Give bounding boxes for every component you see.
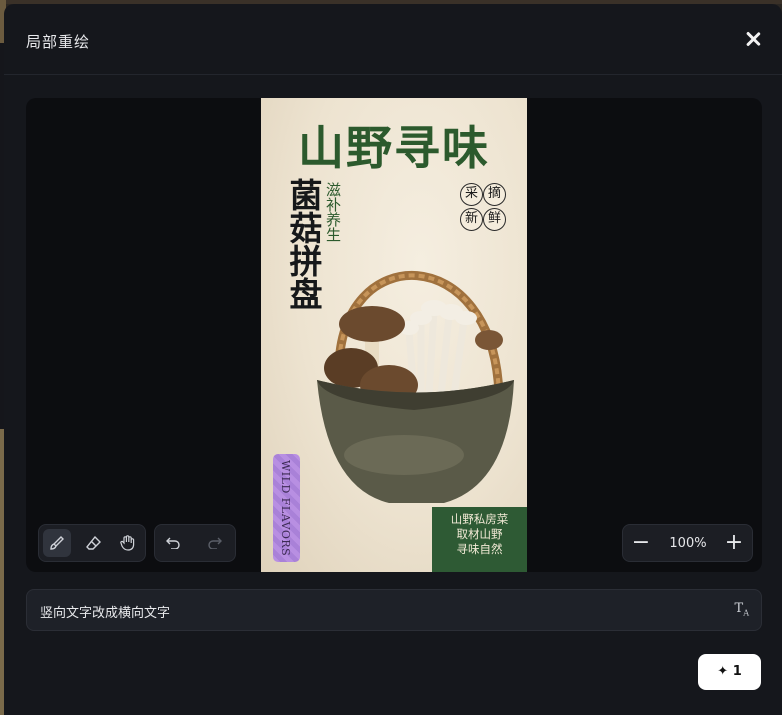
sparkle-icon: ✦ [717,664,729,679]
zoom-in-button[interactable]: + [720,529,748,557]
hand-icon[interactable] [113,529,141,557]
zoom-level: 100% [669,536,707,551]
zoom-control: − 100% + [622,524,753,562]
history-toolbar [154,524,236,562]
generate-count: 1 [732,664,742,679]
info-line: 寻味自然 [456,542,503,556]
generate-button[interactable]: ✦ 1 [698,654,761,690]
info-line: 山野私房菜 [450,512,509,526]
dialog-header: 局部重绘 [4,4,782,75]
zoom-out-button[interactable]: − [627,529,655,557]
poster-stamp: 摘 [483,183,506,206]
dialog-title: 局部重绘 [26,33,91,51]
text-format-icon[interactable]: TA [735,601,749,618]
prompt-input[interactable]: 竖向文字改成横向文字 TA [26,589,762,631]
canvas-area[interactable]: 山野寻味 菌菇拼盘 滋补养生 采 摘 新 鲜 WILD FLAVORS 山野私房… [26,98,762,572]
poster-stamp: 采 [460,183,483,206]
inpaint-dialog: 局部重绘 山野寻味 菌菇拼盘 滋补养生 采 摘 新 鲜 WILD FLAVORS… [4,4,782,715]
draw-toolbar [38,524,146,562]
prompt-text[interactable]: 竖向文字改成横向文字 [40,602,170,621]
poster-title: 山野寻味 [298,121,490,175]
close-icon[interactable] [742,28,764,50]
poster-info-box: 山野私房菜 取材山野 寻味自然 [432,507,527,572]
eraser-icon[interactable] [79,529,107,557]
info-line: 取材山野 [456,527,503,541]
undo-icon[interactable] [159,529,187,557]
mushroom-basket-illustration [317,270,514,503]
poster-image[interactable]: 山野寻味 菌菇拼盘 滋补养生 采 摘 新 鲜 WILD FLAVORS 山野私房… [261,98,527,572]
wild-flavors-label: WILD FLAVORS [273,454,300,562]
wild-flavors-text: WILD FLAVORS [279,460,292,557]
redo-icon[interactable] [201,529,229,557]
brush-icon[interactable] [43,529,71,557]
